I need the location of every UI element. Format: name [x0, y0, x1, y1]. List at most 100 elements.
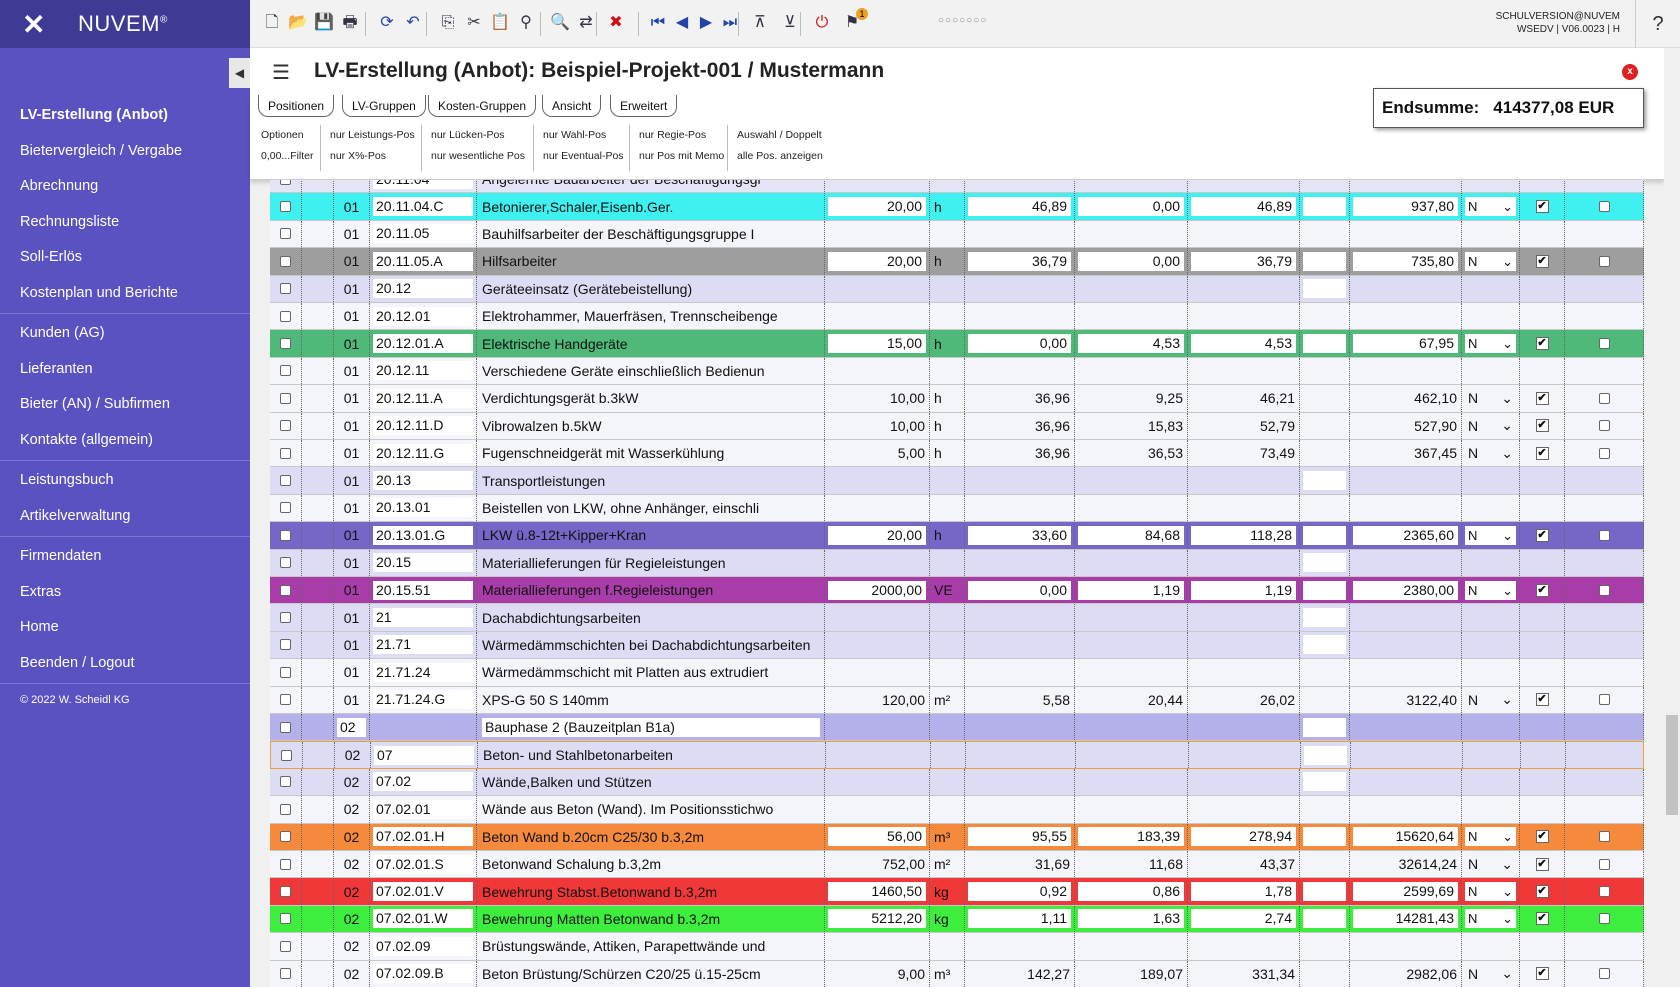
table-row[interactable]: 01 20.12.11 Verschiedene Geräte einschließ… — [270, 357, 1644, 386]
n-select-value[interactable]: N — [1468, 418, 1478, 434]
value-ep[interactable]: 1,78 — [1191, 882, 1296, 902]
flag-field[interactable] — [1303, 553, 1346, 573]
table-row[interactable]: 02 07.02.01.S Betonwand Schalung b.3,2m 752… — [270, 851, 1644, 879]
row-checkbox[interactable] — [280, 228, 291, 240]
find-icon[interactable]: 🔍 — [550, 12, 570, 34]
value-p2[interactable]: 4,53 — [1078, 334, 1184, 354]
include-checkbox[interactable]: ✔ — [1535, 830, 1549, 844]
row-checkbox[interactable] — [280, 612, 291, 624]
filter-option-0-00-filter[interactable]: 0,00...Filter — [261, 146, 314, 167]
ordinal-number[interactable]: 20.13.01 — [373, 498, 473, 518]
value-p2[interactable]: 1,63 — [1078, 909, 1184, 929]
hamburger-menu-icon[interactable]: ☰ — [272, 60, 290, 85]
tab-ansicht[interactable]: Ansicht — [542, 95, 602, 117]
include-checkbox[interactable]: ✔ — [1535, 857, 1549, 871]
include-checkbox[interactable]: ✔ — [1535, 254, 1549, 268]
row-checkbox[interactable] — [280, 639, 291, 651]
menu-item-kunden-ag-[interactable]: Kunden (AG) — [0, 316, 250, 352]
value-m[interactable]: 1460,50 — [828, 882, 926, 902]
menu-item-home[interactable]: Home — [0, 610, 250, 646]
table-row[interactable]: 01 20.12.01 Elektrohammer, Mauerfräsen, Tr… — [270, 303, 1644, 331]
value-m[interactable]: 20,00 — [828, 251, 926, 271]
ordinal-number[interactable]: 07.02.09.B — [373, 964, 473, 984]
n-select[interactable]: N ⌄ — [1465, 251, 1516, 271]
n-select[interactable]: N ⌄ — [1465, 827, 1516, 847]
previous-icon[interactable]: ◀ — [672, 12, 692, 34]
n-select-value[interactable]: N — [1468, 856, 1478, 872]
filter-option-nur-x-pos[interactable]: nur X%-Pos — [330, 146, 415, 167]
extra-checkbox[interactable] — [1598, 420, 1610, 432]
menu-item-rechnungsliste[interactable]: Rechnungsliste — [0, 205, 250, 241]
n-select[interactable]: N ⌄ — [1465, 909, 1516, 929]
extra-checkbox[interactable] — [1598, 913, 1610, 925]
include-checkbox[interactable]: ✔ — [1535, 885, 1549, 899]
table-row[interactable]: 01 20.15.51 Materiallieferungen f.Regielei… — [270, 577, 1644, 605]
extra-checkbox[interactable] — [1598, 694, 1610, 706]
filter-option-auswahl-doppelt[interactable]: Auswahl / Doppelt — [737, 125, 823, 146]
table-row[interactable]: 02 07.02.09 Brüstungswände, Attiken, Parap… — [270, 933, 1644, 961]
value-p2[interactable]: 1,19 — [1078, 580, 1184, 600]
value-m[interactable]: 20,00 — [828, 525, 926, 545]
collapse-icon[interactable]: ⊻ — [780, 12, 800, 34]
row-checkbox[interactable] — [280, 803, 291, 815]
table-row[interactable]: 02 Bauphase 2 (Bauzeitplan B1a) — [270, 714, 1644, 742]
row-checkbox[interactable] — [280, 776, 291, 788]
ordinal-number[interactable]: 20.12 — [373, 279, 473, 299]
row-checkbox[interactable] — [281, 749, 292, 761]
table-row[interactable]: 02 07.02.01.H Beton Wand b.20cm C25/30 b.3… — [270, 823, 1644, 851]
ordinal-number[interactable]: 20.12.11.D — [373, 416, 473, 436]
close-button[interactable]: x — [1622, 64, 1638, 80]
row-checkbox[interactable] — [280, 584, 291, 596]
include-checkbox[interactable]: ✔ — [1535, 391, 1549, 405]
n-select[interactable]: N ⌄ — [1465, 882, 1516, 902]
extra-checkbox[interactable] — [1598, 886, 1610, 898]
value-ep[interactable]: 2,74 — [1191, 909, 1296, 929]
ordinal-number[interactable]: 21 — [373, 608, 473, 628]
value-ep[interactable]: 118,28 — [1191, 525, 1296, 545]
chevron-down-icon[interactable]: ⌄ — [1501, 417, 1513, 434]
value-m[interactable]: 15,00 — [828, 334, 926, 354]
value-gp[interactable]: 2599,69 — [1353, 882, 1458, 902]
value-ep[interactable]: 36,79 — [1191, 251, 1296, 271]
value-m[interactable]: 56,00 — [828, 827, 926, 847]
n-select-value[interactable]: N — [1468, 966, 1478, 982]
refresh-icon[interactable]: ⟳ — [377, 12, 397, 34]
value-p2[interactable]: 0,00 — [1078, 197, 1184, 217]
value-gp[interactable]: 2380,00 — [1353, 580, 1458, 600]
include-checkbox[interactable]: ✔ — [1535, 528, 1549, 542]
help-button[interactable]: ? — [1635, 0, 1680, 48]
filter-option-nur-wesentliche-pos[interactable]: nur wesentliche Pos — [431, 146, 525, 167]
ordinal-number[interactable]: 07.02.01.V — [373, 882, 473, 902]
filter-option-nur-wahl-pos[interactable]: nur Wahl-Pos — [543, 125, 624, 146]
extra-checkbox[interactable] — [1598, 858, 1610, 870]
tab-positionen[interactable]: Positionen — [258, 95, 335, 117]
ordinal-number[interactable]: 07.02.01.S — [373, 854, 473, 874]
n-select[interactable]: N ⌄ — [1465, 334, 1516, 354]
n-select-value[interactable]: N — [1468, 390, 1478, 406]
value-m[interactable]: 20,00 — [828, 197, 926, 217]
value-gp[interactable]: 14281,43 — [1353, 909, 1458, 929]
include-checkbox[interactable]: ✔ — [1535, 446, 1549, 460]
extra-checkbox[interactable] — [1598, 529, 1610, 541]
save-icon[interactable]: 💾 — [314, 12, 334, 34]
extra-checkbox[interactable] — [1598, 447, 1610, 459]
app-logo[interactable]: ✕ NUVEM® — [0, 0, 250, 48]
menu-item-extras[interactable]: Extras — [0, 575, 250, 611]
ordinal-number[interactable]: 20.12.01 — [373, 306, 473, 326]
include-checkbox[interactable]: ✔ — [1535, 912, 1549, 926]
delete-icon[interactable]: ✖ — [606, 12, 626, 34]
scrollbar-thumb[interactable] — [1666, 715, 1678, 815]
filter-option-nur-regie-pos[interactable]: nur Regie-Pos — [639, 125, 724, 146]
row-checkbox[interactable] — [280, 180, 291, 185]
ordinal-number[interactable]: 20.13.01.G — [373, 525, 473, 545]
row-checkbox[interactable] — [280, 283, 291, 295]
row-checkbox[interactable] — [280, 338, 291, 350]
value-p1[interactable]: 95,55 — [968, 827, 1071, 847]
value-p2[interactable]: 183,39 — [1078, 827, 1184, 847]
value-ep[interactable]: 4,53 — [1191, 334, 1296, 354]
flag-field[interactable] — [1303, 334, 1346, 354]
first-icon[interactable]: ⏮ — [648, 12, 668, 34]
open-folder-icon[interactable]: 📂 — [288, 12, 308, 34]
value-p1[interactable]: 0,00 — [968, 580, 1071, 600]
extra-checkbox[interactable] — [1598, 584, 1610, 596]
